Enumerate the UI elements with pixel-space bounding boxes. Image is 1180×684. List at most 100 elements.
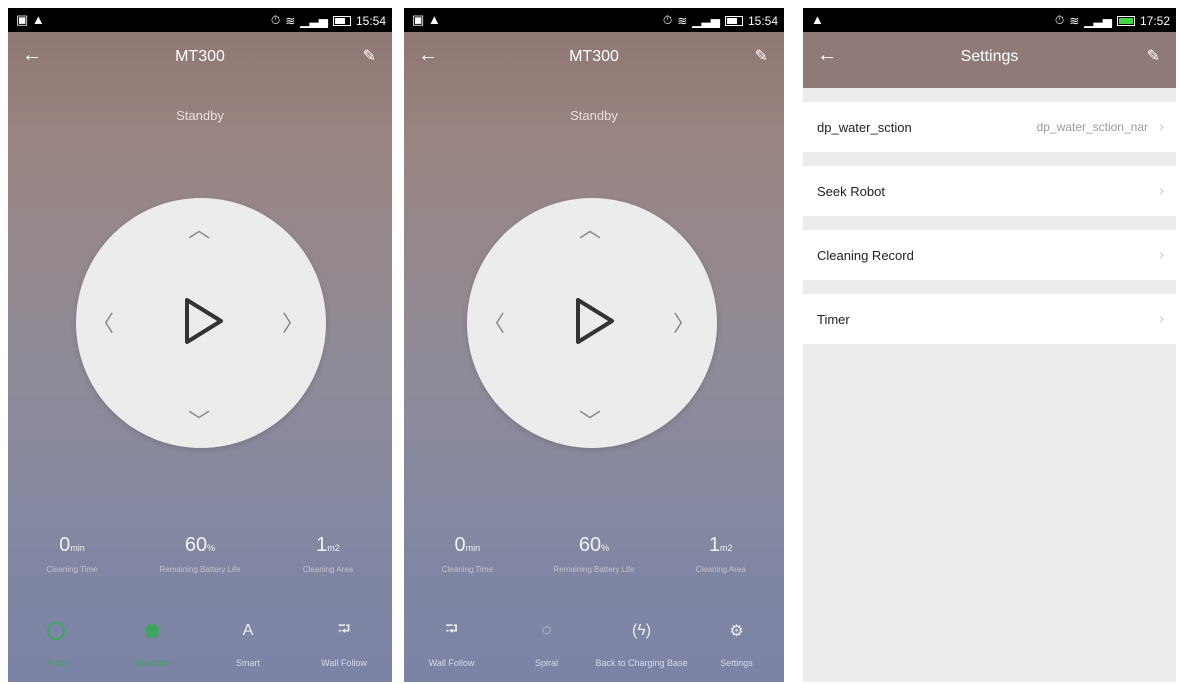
- stat-unit: %: [601, 543, 610, 553]
- mode-label: Auto: [46, 658, 66, 668]
- edit-icon[interactable]: ✎: [1147, 46, 1160, 66]
- top-bar: ← Settings ✎: [803, 32, 1176, 88]
- chevron-right-icon[interactable]: 〉: [282, 306, 304, 338]
- chevron-right-icon: ›: [1159, 182, 1164, 198]
- direction-pad: ︿ 〈 〉 ﹀: [467, 198, 717, 448]
- mode-auto[interactable]: Auto: [8, 618, 104, 668]
- robot-status: Standby: [570, 108, 618, 123]
- alarm-icon: ⏱: [270, 13, 281, 27]
- chevron-right-icon[interactable]: 〉: [673, 306, 695, 338]
- page-title: Settings: [960, 48, 1019, 65]
- settings-list: dp_water_sction dp_water_sction_nar › Se…: [803, 88, 1176, 344]
- top-bar: ← MT300 ✎: [8, 32, 392, 84]
- gear-icon: ⚙: [729, 623, 744, 640]
- signal-icon: ▁▃▅: [692, 13, 720, 28]
- chevron-left-icon[interactable]: 〈: [92, 306, 114, 338]
- settings-row-timer[interactable]: Timer ›: [803, 294, 1176, 344]
- wifi-icon: ≋: [1069, 13, 1080, 28]
- robot-status: Standby: [176, 108, 224, 123]
- stat-cleaning-area: 1m2 Cleaning Area: [657, 534, 784, 574]
- settings-row-cleaning-record[interactable]: Cleaning Record ›: [803, 230, 1176, 280]
- device-title: MT300: [569, 48, 619, 65]
- stat-unit: min: [465, 543, 481, 553]
- status-bar: ▣ ▲ ⏱ ≋ ▁▃▅ 15:54: [8, 8, 392, 32]
- mode-smart[interactable]: A Smart: [200, 618, 296, 668]
- stat-unit: m2: [719, 543, 733, 553]
- letter-a-icon: A: [242, 622, 254, 639]
- row-label: Timer: [817, 312, 850, 327]
- mode-wall-follow[interactable]: ⮒ Wall Follow: [404, 618, 499, 669]
- stats-row: 0min Cleaning Time 60% Remaining Battery…: [8, 534, 392, 574]
- chevron-right-icon: ›: [1159, 246, 1164, 262]
- stat-label: Remaining Battery Life: [159, 565, 241, 574]
- clock: 17:52: [1139, 13, 1170, 28]
- chevron-up-icon[interactable]: ︿: [579, 212, 601, 244]
- settings-row-water-section[interactable]: dp_water_sction dp_water_sction_nar ›: [803, 102, 1176, 152]
- direction-pad: ︿ 〈 〉 ﹀: [76, 198, 326, 448]
- stat-label: Cleaning Time: [46, 565, 98, 574]
- mode-label: Settings: [720, 658, 753, 668]
- settings-row-seek-robot[interactable]: Seek Robot ›: [803, 166, 1176, 216]
- wall-follow-icon: ⮒: [445, 620, 458, 638]
- mode-label: Smart: [235, 658, 260, 668]
- mode-random[interactable]: Random: [104, 618, 200, 668]
- clock: 15:54: [355, 13, 386, 28]
- row-label: Seek Robot: [817, 184, 885, 199]
- signal-icon: ▁▃▅: [1084, 13, 1112, 28]
- clock: 15:54: [747, 13, 778, 28]
- stat-value: 0: [454, 534, 466, 556]
- mode-back-to-charging-base[interactable]: (ϟ) Back to Charging Base: [594, 618, 689, 668]
- edit-icon[interactable]: ✎: [363, 46, 376, 66]
- mode-wall-follow[interactable]: ⮒ Wall Follow: [296, 618, 392, 669]
- stat-label: Cleaning Area: [695, 565, 746, 574]
- battery-icon: [332, 15, 351, 26]
- wifi-icon: ≋: [677, 13, 688, 28]
- stat-unit: min: [70, 543, 85, 553]
- play-icon[interactable]: [181, 296, 225, 346]
- status-bar: ▲ ⏱ ≋ ▁▃▅ 17:52: [803, 8, 1176, 32]
- chevron-down-icon[interactable]: ﹀: [579, 404, 601, 436]
- alarm-icon: ⏱: [1054, 13, 1065, 27]
- stat-battery: 60% Remaining Battery Life: [531, 534, 658, 574]
- mode-settings[interactable]: ⚙ Settings: [689, 618, 784, 668]
- stat-unit: m2: [327, 543, 340, 553]
- robot-control-screen-1: ▣ ▲ ⏱ ≋ ▁▃▅ 15:54 ← MT300 ✎ Standby ︿ 〈 …: [8, 8, 392, 682]
- stat-cleaning-area: 1m2 Cleaning Area: [264, 534, 392, 574]
- stat-label: Remaining Battery Life: [553, 565, 635, 574]
- wifi-icon: ≋: [285, 13, 296, 28]
- mode-label: Wall Follow: [321, 658, 367, 668]
- stat-cleaning-time: 0min Cleaning Time: [404, 534, 531, 574]
- chevron-right-icon: ›: [1159, 310, 1164, 326]
- notification-icons: ▣ ▲: [16, 12, 45, 27]
- stat-battery: 60% Remaining Battery Life: [136, 534, 264, 574]
- spiral-icon: ◌: [541, 622, 552, 639]
- signal-icon: ▁▃▅: [300, 13, 328, 28]
- chevron-left-icon[interactable]: 〈: [483, 306, 505, 338]
- mode-bar: Auto Random A Smart ⮒ Wall Follow: [8, 618, 392, 669]
- stat-value: 1: [708, 534, 720, 556]
- row-value: dp_water_sction_nar: [1036, 120, 1148, 134]
- notification-icons: ▲: [811, 12, 824, 27]
- mode-bar: ⮒ Wall Follow ◌ Spiral (ϟ) Back to Charg…: [404, 618, 784, 669]
- play-icon[interactable]: [572, 296, 616, 346]
- stat-value: 60: [184, 534, 208, 556]
- chevron-right-icon: ›: [1159, 118, 1164, 134]
- wall-follow-icon: ⮒: [337, 620, 351, 638]
- stat-value: 60: [578, 534, 602, 556]
- stats-row: 0min Cleaning Time 60% Remaining Battery…: [404, 534, 784, 574]
- ring-icon: [47, 622, 65, 640]
- row-label: dp_water_sction: [817, 120, 912, 135]
- mode-label: Spiral: [534, 658, 558, 668]
- status-bar: ▣ ▲ ⏱ ≋ ▁▃▅ 15:54: [404, 8, 784, 32]
- edit-icon[interactable]: ✎: [755, 46, 768, 66]
- mode-spiral[interactable]: ◌ Spiral: [499, 618, 594, 668]
- mode-label: Back to Charging Base: [595, 658, 688, 668]
- notification-icons: ▣ ▲: [412, 12, 441, 27]
- stat-value: 1: [316, 534, 328, 556]
- chevron-up-icon[interactable]: ︿: [188, 212, 210, 244]
- battery-icon: [724, 15, 743, 26]
- device-title: MT300: [175, 48, 225, 65]
- chevron-down-icon[interactable]: ﹀: [188, 404, 210, 436]
- stat-label: Cleaning Area: [302, 565, 354, 574]
- stat-unit: %: [207, 543, 216, 553]
